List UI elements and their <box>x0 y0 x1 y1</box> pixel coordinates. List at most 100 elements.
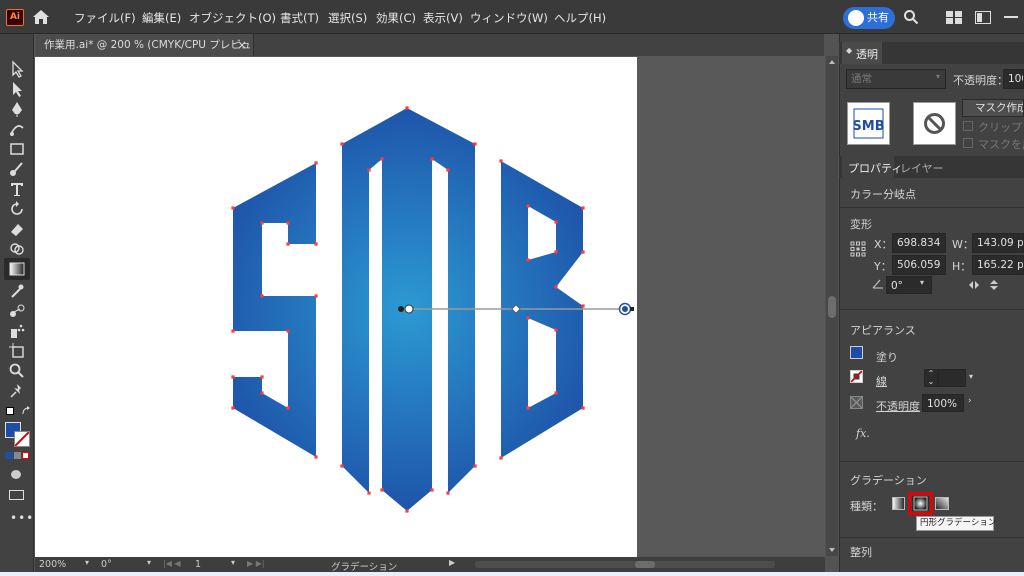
anchor-point[interactable] <box>554 250 558 254</box>
zoom-dropdown-icon[interactable]: ▾ <box>85 558 89 567</box>
menu-select[interactable]: 選択(S) <box>328 10 367 26</box>
appearance-opacity-input[interactable]: 100% <box>922 394 964 412</box>
anchor-point[interactable] <box>314 294 318 298</box>
anchor-point[interactable] <box>231 406 235 410</box>
more-tools-icon[interactable]: ••• <box>10 511 34 525</box>
anchor-point[interactable] <box>231 329 235 333</box>
stroke-color-swatch[interactable] <box>14 431 30 447</box>
anchor-point[interactable] <box>231 206 235 210</box>
anchor-point[interactable] <box>286 329 290 333</box>
anchor-point[interactable] <box>473 142 477 146</box>
scroll-down-icon[interactable] <box>828 546 836 554</box>
gradient-mode-icon[interactable] <box>14 452 21 459</box>
anchor-point[interactable] <box>526 258 530 262</box>
anchor-point[interactable] <box>581 250 585 254</box>
anchor-point[interactable] <box>260 221 264 225</box>
transparency-tab[interactable]: ◆ 透明 <box>842 42 882 64</box>
x-input[interactable]: 698.834 <box>892 233 946 253</box>
blend-mode-select[interactable]: 通常 <box>846 69 946 89</box>
vertical-scroll-thumb[interactable] <box>828 296 836 318</box>
anchor-point[interactable] <box>446 168 450 172</box>
paintbrush-tool-icon[interactable] <box>8 160 26 178</box>
anchor-point[interactable] <box>554 220 558 224</box>
document-tab[interactable]: 作業用.ai* @ 200 % (CMYK/CPU プレビュー) × <box>36 34 254 73</box>
eyedropper-tool-icon[interactable] <box>8 282 26 300</box>
anchor-point[interactable] <box>581 304 585 308</box>
rectangle-tool-icon[interactable] <box>8 140 26 158</box>
anchor-point[interactable] <box>430 157 434 161</box>
anchor-point[interactable] <box>314 455 318 459</box>
workspace-icon[interactable] <box>946 11 962 24</box>
letter-s-shape[interactable] <box>233 163 316 457</box>
anchor-point[interactable] <box>499 456 503 460</box>
menu-effect[interactable]: 効果(C) <box>376 10 416 26</box>
anchor-point[interactable] <box>286 221 290 225</box>
menu-help[interactable]: ヘルプ(H) <box>554 10 606 26</box>
blend-tool-icon[interactable] <box>8 302 26 320</box>
panel-icon[interactable] <box>975 11 991 24</box>
fill-swatch[interactable] <box>850 346 863 359</box>
close-tab-icon[interactable]: × <box>237 34 247 56</box>
fx-button[interactable]: fx. <box>856 427 870 440</box>
anchor-point[interactable] <box>260 294 264 298</box>
anchor-point[interactable] <box>260 375 264 379</box>
menu-object[interactable]: オブジェクト(O) <box>189 10 276 26</box>
horizontal-scrollbar[interactable] <box>475 561 775 568</box>
horizontal-scroll-thumb[interactable] <box>635 561 655 568</box>
w-input[interactable]: 143.09 p <box>972 233 1024 253</box>
artboard-tool-icon[interactable] <box>8 342 26 360</box>
anchor-point[interactable] <box>405 509 409 513</box>
anchor-point[interactable] <box>581 406 585 410</box>
default-colors-icon[interactable] <box>6 407 14 415</box>
anchor-point[interactable] <box>286 406 290 410</box>
home-icon[interactable] <box>31 8 51 26</box>
anchor-point[interactable] <box>430 488 434 492</box>
rotate-tool-icon[interactable] <box>8 200 26 218</box>
rotation-value[interactable]: 0° <box>101 559 112 570</box>
type-tool-icon[interactable] <box>8 180 26 198</box>
artboard-number[interactable]: 1 <box>195 559 201 570</box>
anchor-point[interactable] <box>526 316 530 320</box>
linear-gradient-icon[interactable] <box>892 497 905 510</box>
h-input[interactable]: 165.22 p <box>972 255 1024 275</box>
minimize-icon[interactable] <box>1004 16 1018 18</box>
flip-vertical-icon[interactable] <box>989 279 999 291</box>
menu-type[interactable]: 書式(T) <box>280 10 319 26</box>
anchor-point[interactable] <box>340 464 344 468</box>
gradient-end-handle[interactable] <box>630 307 634 311</box>
symbol-sprayer-tool-icon[interactable] <box>8 322 26 340</box>
anchor-point[interactable] <box>340 142 344 146</box>
anchor-point[interactable] <box>260 391 264 395</box>
anchor-point[interactable] <box>380 157 384 161</box>
freeform-gradient-icon[interactable] <box>935 497 949 510</box>
smb-artwork[interactable] <box>35 57 637 557</box>
anchor-point[interactable] <box>526 204 530 208</box>
zoom-tool-icon[interactable] <box>8 362 26 380</box>
flip-horizontal-icon[interactable] <box>968 280 980 290</box>
anchor-point[interactable] <box>367 491 371 495</box>
pen-tool-icon[interactable] <box>8 100 26 118</box>
gradient-stop-start[interactable] <box>404 304 414 314</box>
angle-input[interactable]: 0° <box>886 276 932 294</box>
menu-edit[interactable]: 編集(E) <box>142 10 181 26</box>
artboard-dropdown-icon[interactable]: ▾ <box>231 558 235 567</box>
anchor-point[interactable] <box>473 464 477 468</box>
pin-icon[interactable] <box>8 382 26 400</box>
stroke-swatch[interactable] <box>850 370 863 383</box>
anchor-point[interactable] <box>581 206 585 210</box>
menu-window[interactable]: ウィンドウ(W) <box>470 10 548 26</box>
draw-mode-icon[interactable] <box>11 470 21 479</box>
color-mode-icon[interactable] <box>5 452 13 459</box>
stroke-weight-dropdown-icon[interactable]: ▾ <box>969 372 973 381</box>
share-button[interactable]: 共有 <box>843 7 895 29</box>
stroke-label[interactable]: 線 <box>876 373 887 389</box>
status-menu-icon[interactable]: ▶ <box>449 558 455 567</box>
anchor-point[interactable] <box>314 242 318 246</box>
stroke-weight-stepper[interactable]: ⌃ ⌄ <box>924 369 938 387</box>
next-artboard-icon[interactable]: ▶ ▶| <box>247 559 265 568</box>
gradient-tool-icon[interactable] <box>8 260 26 278</box>
y-input[interactable]: 506.059 <box>892 255 946 275</box>
make-mask-button[interactable]: マスク作成 <box>962 99 1024 117</box>
blend-mode-dropdown-icon[interactable]: ▾ <box>936 72 940 81</box>
clip-checkbox[interactable] <box>963 121 973 131</box>
